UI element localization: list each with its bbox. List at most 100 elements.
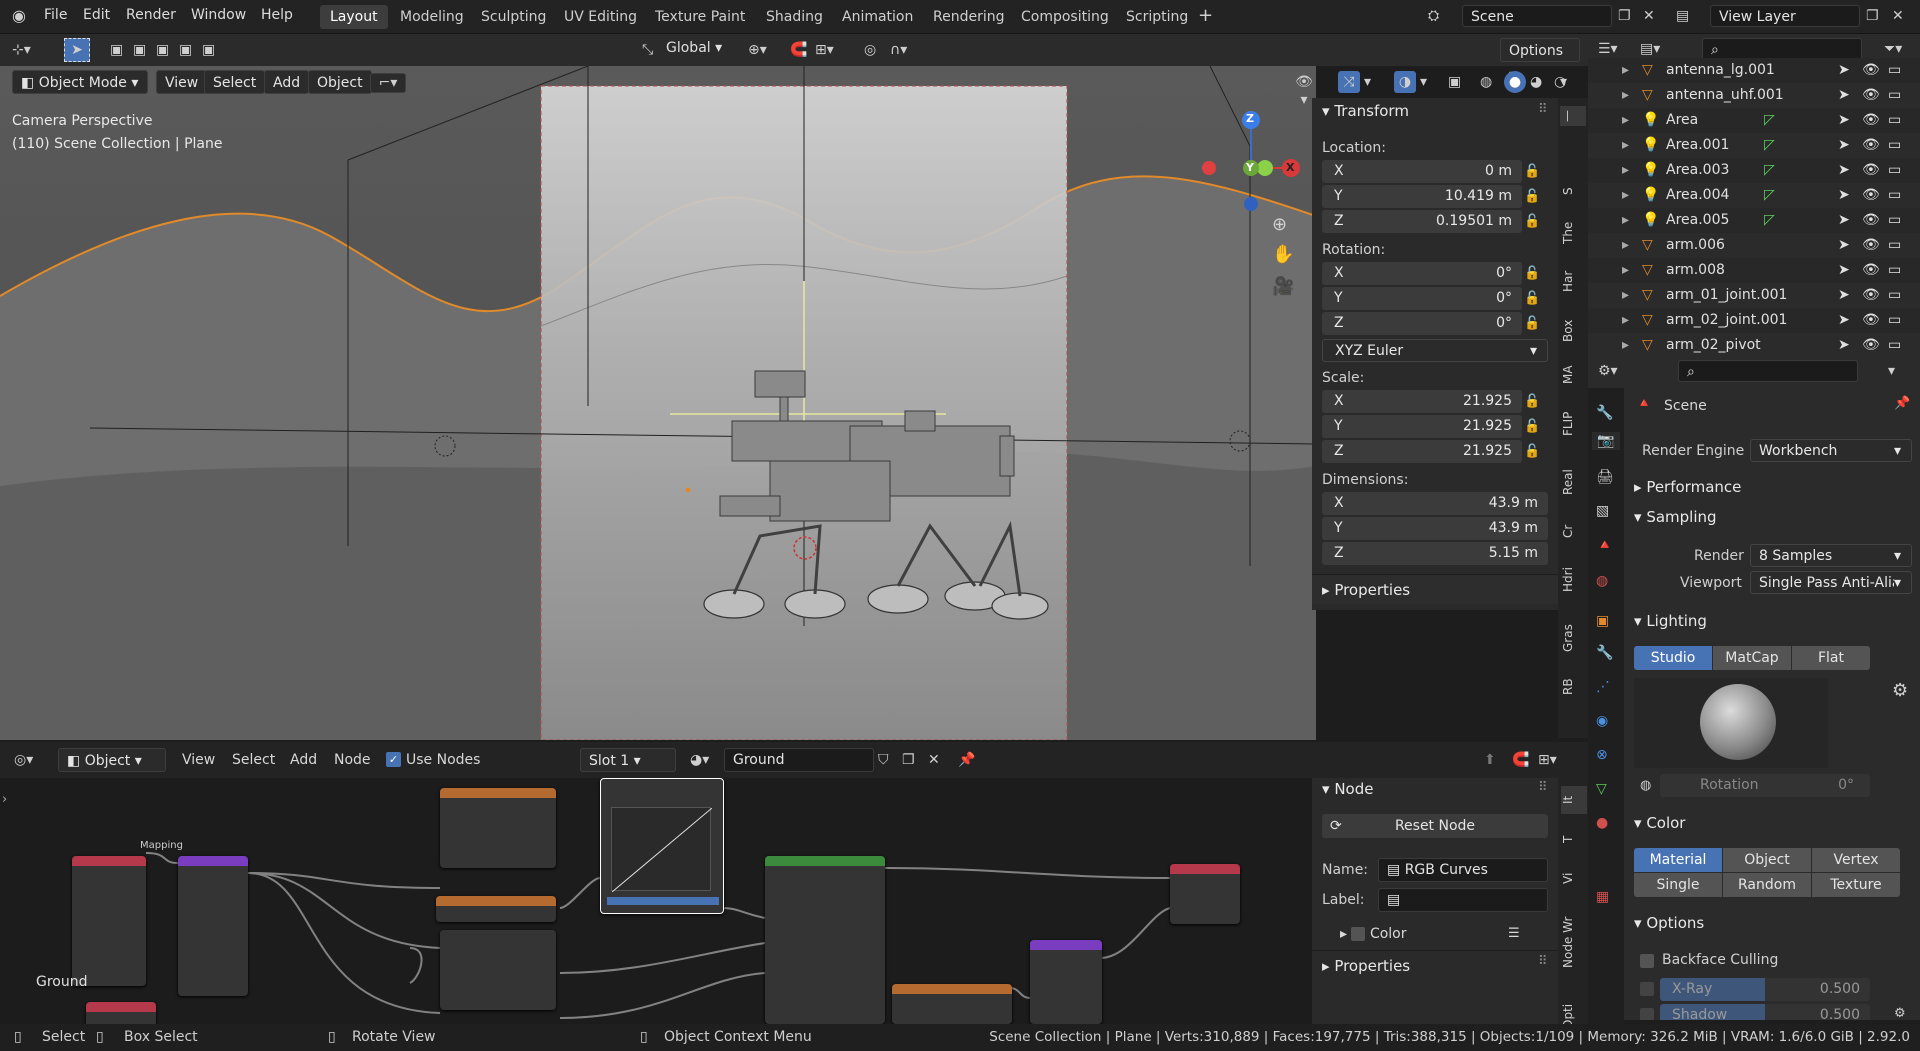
select-toggle-icon[interactable]: ➤ (1838, 208, 1850, 233)
lock-icon[interactable]: 🔓 (1524, 266, 1540, 281)
box-select-extend-icon[interactable]: ▣ (133, 41, 146, 59)
eye-icon[interactable]: 👁 (1862, 133, 1880, 158)
properties-subpanel-header[interactable]: ▸ Properties (1312, 574, 1558, 604)
lighting-header[interactable]: ▾ Lighting (1634, 612, 1707, 630)
select-toggle-icon[interactable]: ➤ (1838, 183, 1850, 208)
mapping-node[interactable] (178, 856, 248, 996)
eye-icon[interactable]: 👁 (1862, 208, 1880, 233)
expand-arrow-icon[interactable]: ▸ (1622, 158, 1629, 183)
new-view-layer-icon[interactable]: ❐ (1866, 7, 1879, 25)
use-nodes-checkbox[interactable]: ✓ (386, 752, 401, 767)
panel-drag-handle-icon[interactable]: ⠿ (1538, 780, 1548, 795)
rotation-y-field[interactable]: Y 0° (1322, 287, 1522, 310)
scale-z-field[interactable]: Z 21.925 (1322, 440, 1522, 463)
studio-rotation-field[interactable]: Rotation 0° (1660, 774, 1870, 797)
physics-tab-icon[interactable]: ◉ (1596, 712, 1608, 730)
editor-type-icon[interactable]: ⊹▾ (12, 41, 31, 59)
shadow-settings-gear-icon[interactable]: ⚙ (1894, 1006, 1906, 1020)
color-material-button[interactable]: Material (1634, 848, 1722, 872)
select-toggle-icon[interactable]: ➤ (1838, 233, 1850, 258)
view-layer-icon[interactable]: ▤ (1676, 7, 1689, 25)
sidebar-tab[interactable]: The (1561, 214, 1587, 251)
render-toggle-icon[interactable]: ▭ (1888, 108, 1901, 133)
eye-icon[interactable]: 👁 (1862, 58, 1880, 83)
properties-search-input[interactable]: ⌕ (1678, 360, 1858, 382)
displacement-node[interactable] (1030, 940, 1102, 1024)
view-layer-field[interactable]: View Layer (1710, 5, 1860, 27)
material-tab-icon[interactable]: ● (1596, 814, 1608, 832)
location-x-field[interactable]: X 0 m (1322, 160, 1522, 183)
viewport-menu-view[interactable]: View (156, 70, 208, 94)
sidebar-tab[interactable]: Gras (1561, 615, 1587, 661)
outliner-row[interactable]: ▸ 💡 Area.005 ◸ ➤ 👁 ▭ (1588, 208, 1920, 233)
tab-shading[interactable]: Shading (756, 5, 833, 29)
expand-arrow-icon[interactable]: ▸ (1622, 133, 1629, 158)
solid-shading-icon[interactable]: ● (1504, 71, 1526, 93)
dimensions-z-field[interactable]: Z 5.15 m (1322, 542, 1548, 565)
color-random-button[interactable]: Random (1723, 873, 1811, 897)
viewport-menu-object[interactable]: Object (308, 70, 372, 94)
xray-toggle-icon[interactable]: ▣ (1448, 73, 1461, 91)
lock-icon[interactable]: 🔓 (1524, 189, 1540, 204)
pin-icon[interactable]: 📌 (1894, 396, 1910, 411)
pan-hand-icon[interactable]: ✋ (1272, 246, 1294, 264)
rgb-curves-node[interactable] (600, 778, 724, 914)
eye-icon[interactable]: 👁 (1862, 158, 1880, 183)
rotation-mode-dropdown[interactable]: XYZ Euler ▾ (1322, 339, 1548, 362)
snap-increment-icon[interactable]: ⊞▾ (815, 41, 834, 59)
lock-icon[interactable]: 🔓 (1524, 214, 1540, 229)
select-toggle-icon[interactable]: ➤ (1838, 133, 1850, 158)
eye-icon[interactable]: 👁 (1862, 108, 1880, 133)
snap-icon[interactable]: 🧲 (790, 41, 807, 59)
node-menu-add[interactable]: Add (290, 752, 317, 768)
options-dropdown[interactable]: Options ▾ (1500, 38, 1580, 83)
node-menu-node[interactable]: Node (334, 752, 371, 768)
panel-drag-handle-icon[interactable]: ⠿ (1538, 102, 1548, 117)
wireframe-shading-icon[interactable]: ◍ (1480, 73, 1492, 91)
color-vertex-button[interactable]: Vertex (1812, 848, 1900, 872)
properties-editor-icon[interactable]: ⚙▾ (1598, 362, 1618, 380)
scene-tab-icon[interactable]: 🔺 (1596, 536, 1613, 554)
preferences-gear-icon[interactable]: ⚙ (1892, 680, 1908, 701)
sidebar-tab[interactable]: S (1561, 180, 1587, 202)
node-properties-header[interactable]: ▸ Properties (1312, 950, 1558, 980)
node-editor-canvas[interactable]: Mapping Ground › (0, 778, 1312, 1024)
value-node[interactable] (86, 1002, 156, 1024)
material-output-node[interactable] (1170, 864, 1240, 924)
lock-icon[interactable]: 🔓 (1524, 164, 1540, 179)
expand-arrow-icon[interactable]: ▸ (1622, 308, 1629, 333)
expand-arrow-icon[interactable]: ▸ (1622, 83, 1629, 108)
outliner-row[interactable]: ▸ 💡 Area ◸ ➤ 👁 ▭ (1588, 108, 1920, 133)
select-toggle-icon[interactable]: ➤ (1838, 308, 1850, 333)
render-engine-dropdown[interactable]: Workbench ▾ (1750, 439, 1912, 462)
sidebar-tab[interactable]: Har (1561, 263, 1587, 300)
tab-animation[interactable]: Animation (832, 5, 923, 29)
slot-dropdown[interactable]: Slot 1 ▾ (580, 748, 676, 772)
render-toggle-icon[interactable]: ▭ (1888, 58, 1901, 83)
eye-icon[interactable]: 👁 (1862, 183, 1880, 208)
outliner-row[interactable]: ▸ ▽ arm.006 ➤ 👁 ▭ (1588, 233, 1920, 258)
backface-culling-checkbox[interactable] (1640, 954, 1654, 968)
modifier-tab-icon[interactable]: 🔧 (1596, 644, 1613, 662)
fake-user-shield-icon[interactable]: ⛉ (878, 751, 889, 769)
rotation-x-field[interactable]: X 0° (1322, 262, 1522, 285)
normal-map-node[interactable] (892, 984, 1012, 1024)
transform-header[interactable]: ▾ Transform (1322, 102, 1409, 120)
world-space-lighting-icon[interactable]: ◍ (1640, 778, 1651, 793)
menu-help[interactable]: Help (261, 7, 293, 23)
panel-drag-handle-icon[interactable]: ⠿ (1538, 954, 1548, 969)
box-select-invert-icon[interactable]: ▣ (179, 41, 192, 59)
performance-header[interactable]: ▸ Performance (1634, 478, 1741, 496)
xray-checkbox[interactable] (1640, 982, 1654, 996)
shadow-checkbox[interactable] (1640, 1008, 1654, 1020)
zoom-icon[interactable]: ⊕ (1272, 216, 1287, 234)
lock-icon[interactable]: 🔓 (1524, 419, 1540, 434)
outliner-row[interactable]: ▸ 💡 Area.001 ◸ ➤ 👁 ▭ (1588, 133, 1920, 158)
sidebar-tab[interactable]: MA (1561, 361, 1587, 389)
select-toggle-icon[interactable]: ➤ (1838, 283, 1850, 308)
tab-sculpting[interactable]: Sculpting (471, 5, 556, 29)
snap-icon[interactable]: 🧲 (1512, 751, 1529, 769)
sidebar-tab[interactable]: Box (1561, 312, 1587, 349)
select-toggle-icon[interactable]: ➤ (1838, 108, 1850, 133)
sidebar-tab[interactable]: Vi (1561, 864, 1587, 892)
